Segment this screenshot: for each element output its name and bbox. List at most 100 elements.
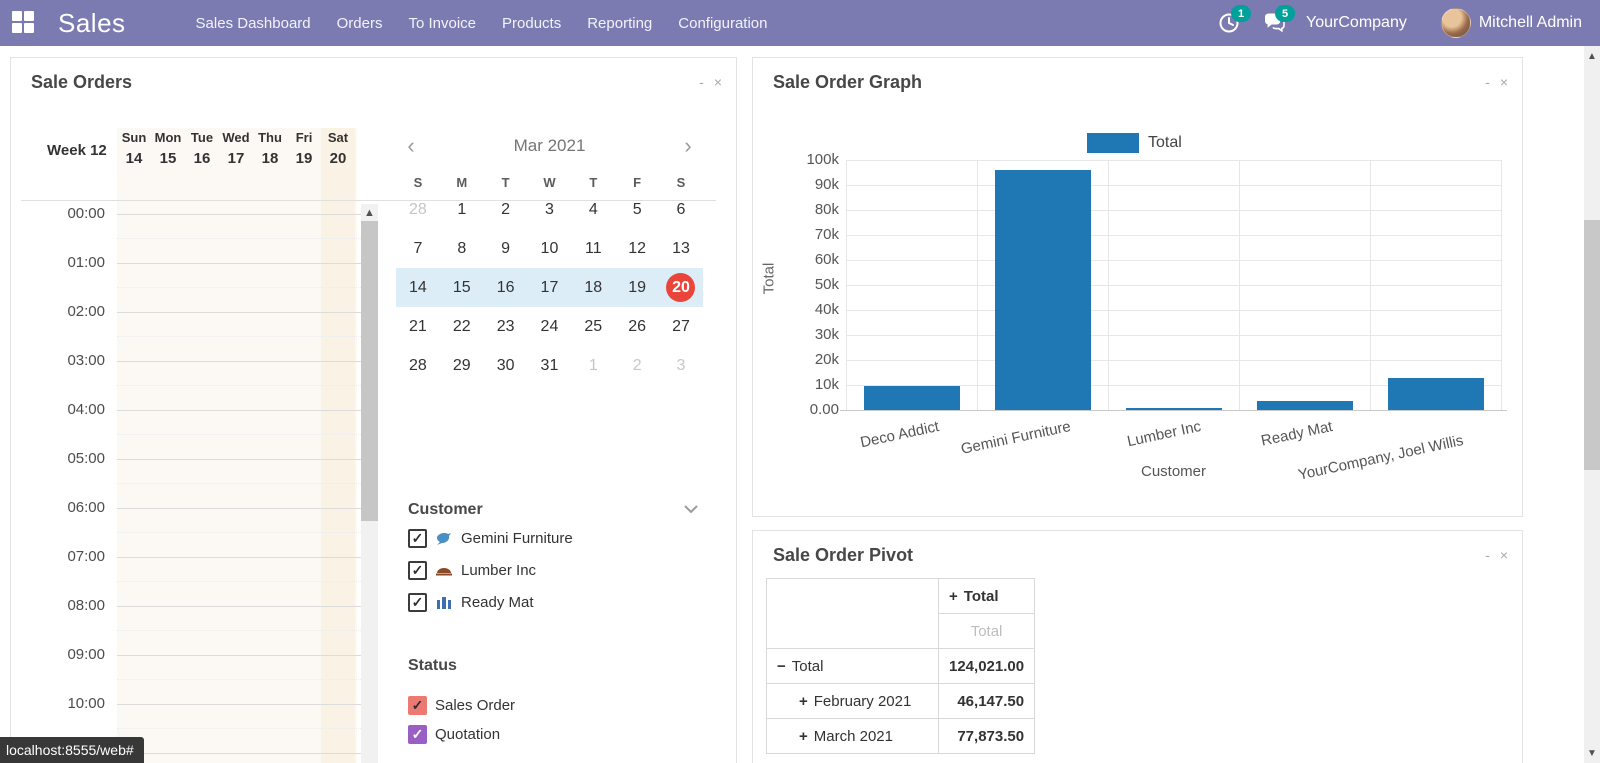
expand-icon[interactable]: + <box>799 728 808 745</box>
status-filter-sales-order[interactable]: ✓Sales Order <box>408 696 515 715</box>
calendar-day-25[interactable]: 25 <box>571 318 615 336</box>
user-menu[interactable]: Mitchell Admin <box>1441 8 1582 38</box>
bar-lumber-inc[interactable] <box>1126 408 1222 410</box>
calendar-day-28[interactable]: 28 <box>396 201 440 219</box>
hour-gridline <box>117 655 361 656</box>
bar-gemini-furniture[interactable] <box>995 170 1091 410</box>
day-header-sat[interactable]: Sat20 <box>321 130 355 167</box>
activity-menu[interactable]: 1 <box>1218 10 1244 36</box>
calendar-day-19[interactable]: 19 <box>615 279 659 297</box>
menu-item-reporting[interactable]: Reporting <box>587 15 652 32</box>
calendar-day-2[interactable]: 2 <box>615 357 659 375</box>
calendar-day-24[interactable]: 24 <box>528 318 572 336</box>
minimize-button[interactable]: - <box>1485 74 1490 90</box>
h-gridline <box>846 360 1501 361</box>
menu-item-to-invoice[interactable]: To Invoice <box>408 15 476 32</box>
calendar-day-15[interactable]: 15 <box>440 279 484 297</box>
panel-controls: - × <box>1485 547 1508 563</box>
apps-grid-icon[interactable] <box>12 11 36 35</box>
calendar-day-26[interactable]: 26 <box>615 318 659 336</box>
mini-calendar-title[interactable]: Mar 2021 <box>426 136 673 156</box>
checkbox-checked[interactable]: ✓ <box>408 725 427 744</box>
calendar-day-21[interactable]: 21 <box>396 318 440 336</box>
status-filter-quotation[interactable]: ✓Quotation <box>408 725 500 744</box>
app-title[interactable]: Sales <box>58 8 126 39</box>
calendar-day-29[interactable]: 29 <box>440 357 484 375</box>
calendar-day-20[interactable]: 20 <box>659 273 703 302</box>
page-scrollbar[interactable]: ▲ ▼ <box>1584 46 1600 763</box>
messages-menu[interactable]: 5 <box>1262 10 1288 36</box>
calendar-day-23[interactable]: 23 <box>484 318 528 336</box>
customer-filter-lumber-inc[interactable]: ✓Lumber Inc <box>408 561 536 580</box>
scroll-up-icon[interactable]: ▲ <box>361 204 378 221</box>
calendar-day-13[interactable]: 13 <box>659 240 703 258</box>
calendar-day-31[interactable]: 31 <box>528 357 572 375</box>
expand-icon[interactable]: + <box>949 588 958 605</box>
calendar-day-30[interactable]: 30 <box>484 357 528 375</box>
minimize-button[interactable]: - <box>699 74 704 90</box>
calendar-day-14[interactable]: 14 <box>396 279 440 297</box>
menu-item-products[interactable]: Products <box>502 15 561 32</box>
calendar-day-10[interactable]: 10 <box>528 240 572 258</box>
pivot-row-label[interactable]: −Total <box>767 649 939 684</box>
bar-ready-mat[interactable] <box>1257 401 1353 410</box>
checkbox-checked[interactable]: ✓ <box>408 593 427 612</box>
scroll-down-icon[interactable]: ▼ <box>1584 745 1600 761</box>
close-button[interactable]: × <box>714 74 722 90</box>
calendar-day-18[interactable]: 18 <box>571 279 615 297</box>
next-month-button[interactable]: › <box>673 135 703 157</box>
minimize-button[interactable]: - <box>1485 547 1490 563</box>
calendar-day-22[interactable]: 22 <box>440 318 484 336</box>
expand-icon[interactable]: + <box>799 693 808 710</box>
day-header-sun[interactable]: Sun14 <box>117 130 151 167</box>
company-switcher[interactable]: YourCompany <box>1306 14 1407 32</box>
day-header-tue[interactable]: Tue16 <box>185 130 219 167</box>
checkbox-checked[interactable]: ✓ <box>408 696 427 715</box>
bar-deco-addict[interactable] <box>864 386 960 411</box>
day-header-fri[interactable]: Fri19 <box>287 130 321 167</box>
calendar-scrollbar-thumb[interactable] <box>361 221 378 521</box>
customer-filter-gemini-furniture[interactable]: ✓Gemini Furniture <box>408 529 573 548</box>
menu-item-configuration[interactable]: Configuration <box>678 15 767 32</box>
checkbox-checked[interactable]: ✓ <box>408 561 427 580</box>
calendar-day-2[interactable]: 2 <box>484 201 528 219</box>
calendar-day-7[interactable]: 7 <box>396 240 440 258</box>
close-button[interactable]: × <box>1500 74 1508 90</box>
menu-item-orders[interactable]: Orders <box>337 15 383 32</box>
calendar-day-12[interactable]: 12 <box>615 240 659 258</box>
calendar-day-9[interactable]: 9 <box>484 240 528 258</box>
prev-month-button[interactable]: ‹ <box>396 135 426 157</box>
calendar-day-1[interactable]: 1 <box>571 357 615 375</box>
calendar-day-1[interactable]: 1 <box>440 201 484 219</box>
collapse-icon[interactable]: − <box>777 658 786 675</box>
calendar-day-11[interactable]: 11 <box>571 240 615 258</box>
page-scrollbar-thumb[interactable] <box>1584 220 1600 470</box>
sale-order-graph-panel: Sale Order Graph - × Total Total 0.0010k… <box>752 57 1523 517</box>
pivot-column-header[interactable]: +Total <box>939 579 1035 614</box>
sale-order-pivot-panel: Sale Order Pivot - × +Total Total −Total… <box>752 530 1523 763</box>
pivot-row-label[interactable]: +February 2021 <box>767 684 939 719</box>
hour-gridline <box>117 263 361 264</box>
calendar-day-6[interactable]: 6 <box>659 201 703 219</box>
calendar-scrollbar[interactable]: ▲ <box>361 204 378 763</box>
calendar-day-4[interactable]: 4 <box>571 201 615 219</box>
calendar-day-28[interactable]: 28 <box>396 357 440 375</box>
calendar-day-3[interactable]: 3 <box>659 357 703 375</box>
calendar-day-8[interactable]: 8 <box>440 240 484 258</box>
checkbox-checked[interactable]: ✓ <box>408 529 427 548</box>
chevron-down-icon[interactable] <box>684 501 698 519</box>
calendar-day-16[interactable]: 16 <box>484 279 528 297</box>
calendar-day-3[interactable]: 3 <box>528 201 572 219</box>
day-header-thu[interactable]: Thu18 <box>253 130 287 167</box>
menu-item-sales-dashboard[interactable]: Sales Dashboard <box>196 15 311 32</box>
customer-filter-ready-mat[interactable]: ✓Ready Mat <box>408 593 534 612</box>
calendar-day-27[interactable]: 27 <box>659 318 703 336</box>
calendar-day-5[interactable]: 5 <box>615 201 659 219</box>
bar-yourcompany-joel-willis[interactable] <box>1388 378 1484 410</box>
day-header-wed[interactable]: Wed17 <box>219 130 253 167</box>
close-button[interactable]: × <box>1500 547 1508 563</box>
day-header-mon[interactable]: Mon15 <box>151 130 185 167</box>
scroll-up-icon[interactable]: ▲ <box>1584 48 1600 64</box>
calendar-day-17[interactable]: 17 <box>528 279 572 297</box>
pivot-row-label[interactable]: +March 2021 <box>767 719 939 754</box>
